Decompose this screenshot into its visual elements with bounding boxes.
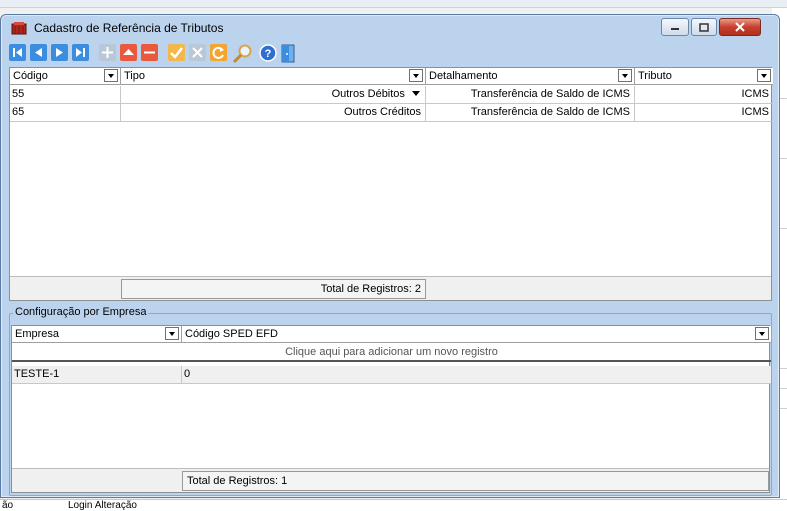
grid-footer: Total de Registros: 1	[12, 468, 769, 492]
empresa-grid: Empresa Código SPED EFD Clique aqui para…	[11, 325, 771, 493]
edit-up-button[interactable]	[120, 43, 137, 61]
chevron-down-icon[interactable]	[165, 327, 179, 340]
search-icon	[232, 44, 252, 63]
next-record-button[interactable]	[51, 43, 68, 61]
chevron-down-icon[interactable]	[411, 89, 421, 97]
record-toolbar: ?	[9, 41, 301, 63]
svg-text:?: ?	[265, 48, 272, 60]
maximize-button[interactable]	[691, 18, 717, 36]
column-header-tipo[interactable]: Tipo	[121, 68, 426, 85]
chevron-down-icon[interactable]	[618, 69, 632, 82]
help-icon: ?	[259, 43, 277, 62]
background-label-fragment: ão	[2, 500, 14, 511]
add-record-button[interactable]	[99, 43, 116, 61]
background-bottom-strip: ão Login Alteração	[0, 499, 787, 511]
column-header-label: Código SPED EFD	[185, 328, 278, 340]
minimize-button[interactable]	[661, 18, 689, 36]
window-title: Cadastro de Referência de Tributos	[34, 21, 224, 35]
cadastro-window: Cadastro de Referência de Tributos ? Cód…	[0, 14, 780, 498]
chevron-down-icon[interactable]	[104, 69, 118, 82]
cell-tipo-value: Outros Débitos	[331, 88, 405, 100]
first-record-icon	[13, 47, 22, 57]
column-header-label: Tipo	[124, 70, 145, 82]
column-header-label: Tributo	[638, 70, 672, 82]
total-records-box: Total de Registros: 2	[121, 279, 426, 299]
exit-button[interactable]	[280, 44, 297, 62]
app-icon	[11, 22, 27, 35]
last-record-button[interactable]	[72, 43, 89, 61]
add-new-record-hint: Clique aqui para adicionar um novo regis…	[285, 346, 498, 358]
chevron-down-icon[interactable]	[755, 327, 769, 340]
previous-record-button[interactable]	[30, 43, 47, 61]
empresa-group-label: Configuração por Empresa	[13, 306, 149, 318]
background-toolbar-strip	[0, 0, 787, 8]
column-header-detalhamento[interactable]: Detalhamento	[426, 68, 635, 85]
delete-record-button[interactable]	[141, 43, 158, 61]
column-header-empresa[interactable]: Empresa	[12, 326, 182, 343]
total-records-label: Total de Registros: 1	[187, 475, 288, 487]
column-header-label: Empresa	[15, 328, 60, 340]
total-records-box: Total de Registros: 1	[182, 471, 769, 491]
cell-codigo-sped[interactable]: 0	[182, 366, 771, 384]
delete-record-icon	[144, 51, 155, 53]
confirm-check-icon	[170, 46, 183, 59]
chevron-down-icon[interactable]	[757, 69, 771, 82]
search-button[interactable]	[231, 44, 255, 63]
column-header-label: Detalhamento	[429, 70, 498, 82]
refresh-icon	[212, 46, 224, 59]
minimize-icon	[671, 28, 679, 30]
cell-tipo[interactable]: Outros Débitos	[121, 86, 426, 104]
help-button[interactable]: ?	[259, 43, 277, 62]
exit-door-icon	[281, 44, 295, 62]
edit-up-icon	[123, 48, 134, 55]
cell-tributo[interactable]: ICMS	[635, 86, 773, 104]
last-record-icon	[76, 47, 85, 57]
cell-detalhamento[interactable]: Transferência de Saldo de ICMS	[426, 104, 635, 122]
column-header-codigo-sped[interactable]: Código SPED EFD	[182, 326, 771, 343]
next-record-icon	[56, 47, 63, 57]
column-header-codigo[interactable]: Código	[10, 68, 121, 85]
refresh-button[interactable]	[210, 43, 227, 61]
column-header-tributo[interactable]: Tributo	[635, 68, 773, 85]
cancel-x-icon	[192, 46, 203, 58]
cell-tipo[interactable]: Outros Créditos	[121, 104, 426, 122]
cell-detalhamento[interactable]: Transferência de Saldo de ICMS	[426, 86, 635, 104]
cell-empresa[interactable]: TESTE-1	[12, 366, 182, 384]
maximize-icon	[699, 22, 709, 32]
total-records-label: Total de Registros: 2	[320, 283, 421, 295]
previous-record-icon	[35, 47, 42, 57]
column-header-label: Código	[13, 70, 48, 82]
add-record-icon	[102, 46, 113, 58]
close-button[interactable]	[719, 18, 761, 36]
grid-footer: Total de Registros: 2	[10, 276, 771, 300]
add-new-record-row[interactable]: Clique aqui para adicionar um novo regis…	[12, 344, 771, 362]
cancel-button[interactable]	[189, 43, 206, 61]
cell-codigo[interactable]: 55	[10, 86, 121, 104]
confirm-button[interactable]	[168, 43, 185, 61]
cell-codigo[interactable]: 65	[10, 104, 121, 122]
close-icon	[735, 22, 745, 32]
title-bar[interactable]: Cadastro de Referência de Tributos	[1, 15, 779, 39]
background-login-label: Login Alteração	[68, 500, 137, 511]
first-record-button[interactable]	[9, 43, 26, 61]
chevron-down-icon[interactable]	[409, 69, 423, 82]
tributos-grid: Código Tipo Detalhamento Tributo 55 Outr…	[9, 67, 773, 301]
cell-tributo[interactable]: ICMS	[635, 104, 773, 122]
